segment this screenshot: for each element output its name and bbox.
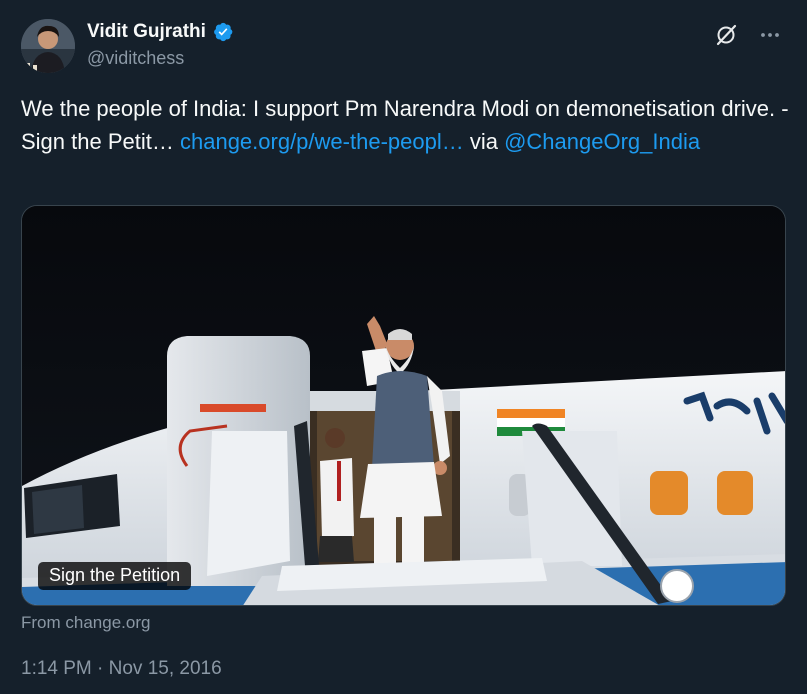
via-text: via <box>463 129 505 154</box>
sign-petition-badge[interactable]: Sign the Petition <box>38 562 192 590</box>
tweet-top-actions <box>713 22 783 48</box>
tweet-timestamp[interactable]: 1:14 PM · Nov 15, 2016 <box>21 658 222 680</box>
mention-link[interactable]: @ChangeOrg_India <box>504 129 700 154</box>
card-source[interactable]: From change.org <box>21 613 150 633</box>
link-card-image[interactable]: Sign the Petition <box>21 205 786 606</box>
verified-badge-icon <box>214 22 233 42</box>
more-options-button[interactable] <box>757 22 783 48</box>
more-dots-icon <box>761 33 779 37</box>
tweet-text: We the people of India: I support Pm Nar… <box>21 92 791 158</box>
author-handle[interactable]: @viditchess <box>87 48 234 69</box>
author-info: Vidit Gujrathi @viditchess <box>87 20 234 69</box>
grok-button[interactable] <box>713 22 739 48</box>
card-photo <box>22 206 785 605</box>
tweet: Vidit Gujrathi @viditchess We the people… <box>0 0 807 694</box>
petition-link[interactable]: change.org/p/we-the-peopl… <box>180 129 464 154</box>
avatar-image <box>21 19 75 73</box>
avatar[interactable] <box>21 19 75 73</box>
author-display-name[interactable]: Vidit Gujrathi <box>87 21 206 43</box>
slashed-circle-icon <box>716 24 737 46</box>
